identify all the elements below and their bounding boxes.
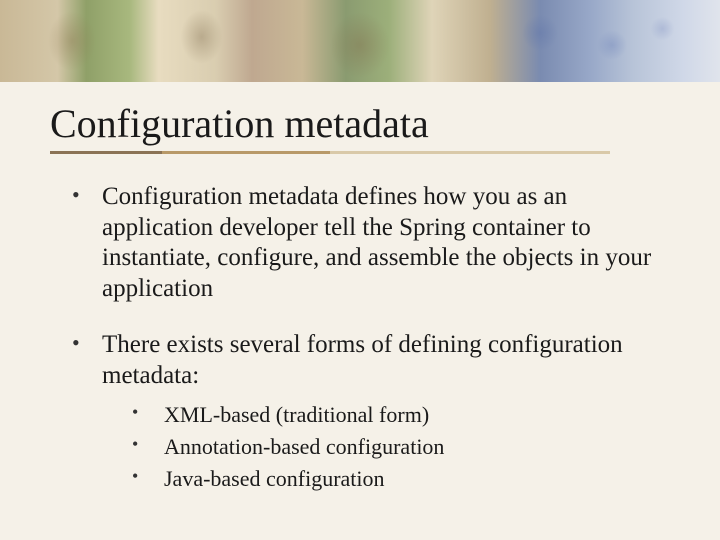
bullet-item: Configuration metadata defines how you a… (72, 182, 670, 304)
slide-title: Configuration metadata (50, 100, 670, 147)
sub-item: XML-based (traditional form) (132, 399, 670, 431)
sub-list: XML-based (traditional form) Annotation-… (102, 399, 670, 495)
sub-item: Java-based configuration (132, 463, 670, 495)
title-underline (50, 151, 610, 154)
bullet-text: There exists several forms of defining c… (102, 331, 623, 389)
slide-content: Configuration metadata Configuration met… (0, 82, 720, 495)
bullet-list: Configuration metadata defines how you a… (50, 182, 670, 495)
bullet-item: There exists several forms of defining c… (72, 330, 670, 495)
decorative-banner (0, 0, 720, 82)
sub-item: Annotation-based configuration (132, 431, 670, 463)
bullet-text: Configuration metadata defines how you a… (102, 183, 651, 302)
